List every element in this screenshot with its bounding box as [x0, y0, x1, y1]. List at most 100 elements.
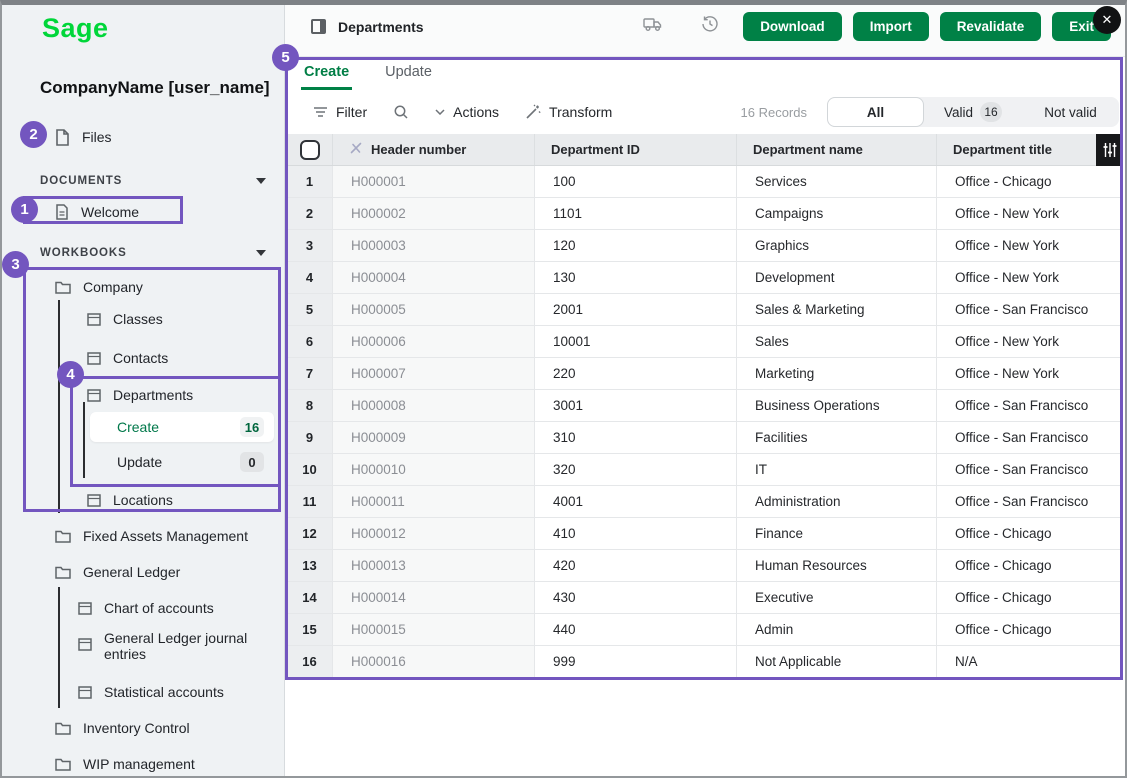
table-cell[interactable]: 310 [535, 422, 737, 453]
table-cell[interactable]: N/A [937, 646, 1123, 677]
row-number-cell[interactable]: 9 [287, 422, 333, 453]
sidebar-item-wip-management[interactable]: WIP management [55, 751, 195, 777]
workbooks-section-header[interactable]: WORKBOOKS [40, 244, 266, 262]
table-cell[interactable]: H000010 [333, 454, 535, 485]
table-cell[interactable]: Office - San Francisco [937, 454, 1123, 485]
table-cell[interactable]: Facilities [737, 422, 937, 453]
documents-section-header[interactable]: DOCUMENTS [40, 172, 266, 190]
table-cell[interactable]: H000013 [333, 550, 535, 581]
table-cell[interactable]: Administration [737, 486, 937, 517]
table-cell[interactable]: Graphics [737, 230, 937, 261]
row-number-cell[interactable]: 8 [287, 390, 333, 421]
table-cell[interactable]: Office - San Francisco [937, 422, 1123, 453]
table-cell[interactable]: H000003 [333, 230, 535, 261]
table-cell[interactable]: Office - New York [937, 230, 1123, 261]
table-cell[interactable]: IT [737, 454, 937, 485]
sidebar-item-classes[interactable]: Classes [87, 306, 163, 332]
column-settings-button[interactable] [1096, 134, 1123, 166]
table-cell[interactable]: Office - San Francisco [937, 390, 1123, 421]
table-cell[interactable]: Office - Chicago [937, 614, 1123, 645]
sidebar-item-contacts[interactable]: Contacts [87, 345, 168, 371]
tab-update[interactable]: Update [382, 57, 435, 90]
row-number-cell[interactable]: 10 [287, 454, 333, 485]
sidebar-item-general-ledger[interactable]: General Ledger [55, 559, 180, 585]
table-cell[interactable]: 320 [535, 454, 737, 485]
table-cell[interactable]: Human Resources [737, 550, 937, 581]
table-cell[interactable]: 3001 [535, 390, 737, 421]
table-cell[interactable]: 430 [535, 582, 737, 613]
table-cell[interactable]: 100 [535, 166, 737, 197]
table-cell[interactable]: 2001 [535, 294, 737, 325]
segment-not-valid[interactable]: Not valid [1022, 97, 1119, 127]
column-header-department-id[interactable]: Department ID [535, 134, 737, 165]
row-number-cell[interactable]: 14 [287, 582, 333, 613]
sidebar-item-departments[interactable]: Departments [87, 382, 193, 408]
transform-button[interactable]: Transform [525, 104, 612, 120]
row-number-cell[interactable]: 6 [287, 326, 333, 357]
sidebar-item-welcome[interactable]: Welcome [55, 199, 139, 225]
sidebar-item-statistical-accounts[interactable]: Statistical accounts [78, 679, 224, 705]
history-icon[interactable] [701, 15, 719, 38]
column-header-header-number[interactable]: Header number [333, 134, 535, 165]
row-number-cell[interactable]: 12 [287, 518, 333, 549]
column-header-department-name[interactable]: Department name [737, 134, 937, 165]
row-number-cell[interactable]: 2 [287, 198, 333, 229]
table-cell[interactable]: Campaigns [737, 198, 937, 229]
table-cell[interactable]: Office - New York [937, 262, 1123, 293]
row-number-cell[interactable]: 16 [287, 646, 333, 677]
sidebar-item-locations[interactable]: Locations [87, 487, 173, 513]
table-cell[interactable]: 4001 [535, 486, 737, 517]
table-cell[interactable]: 420 [535, 550, 737, 581]
table-cell[interactable]: Admin [737, 614, 937, 645]
row-number-cell[interactable]: 3 [287, 230, 333, 261]
table-cell[interactable]: H000004 [333, 262, 535, 293]
table-cell[interactable]: 120 [535, 230, 737, 261]
table-cell[interactable]: H000016 [333, 646, 535, 677]
table-cell[interactable]: Office - New York [937, 358, 1123, 389]
table-cell[interactable]: Office - New York [937, 326, 1123, 357]
download-button[interactable]: Download [743, 12, 842, 41]
table-cell[interactable]: 410 [535, 518, 737, 549]
table-cell[interactable]: Office - Chicago [937, 550, 1123, 581]
row-number-cell[interactable]: 11 [287, 486, 333, 517]
row-number-cell[interactable]: 7 [287, 358, 333, 389]
table-cell[interactable]: H000009 [333, 422, 535, 453]
table-cell[interactable]: Office - San Francisco [937, 294, 1123, 325]
table-cell[interactable]: 1101 [535, 198, 737, 229]
sidebar-item-files[interactable]: Files [55, 124, 112, 150]
sidebar-item-inventory-control[interactable]: Inventory Control [55, 715, 190, 741]
search-button[interactable] [393, 104, 409, 120]
chevron-down-icon[interactable] [256, 175, 266, 187]
truck-icon[interactable] [643, 16, 663, 37]
table-cell[interactable]: Business Operations [737, 390, 937, 421]
table-cell[interactable]: Services [737, 166, 937, 197]
table-cell[interactable]: H000011 [333, 486, 535, 517]
table-cell[interactable]: Development [737, 262, 937, 293]
table-cell[interactable]: H000006 [333, 326, 535, 357]
table-cell[interactable]: 440 [535, 614, 737, 645]
table-cell[interactable]: Executive [737, 582, 937, 613]
table-cell[interactable]: H000007 [333, 358, 535, 389]
segment-all[interactable]: All [827, 97, 924, 127]
row-number-cell[interactable]: 5 [287, 294, 333, 325]
table-cell[interactable]: 220 [535, 358, 737, 389]
tab-create[interactable]: Create [301, 57, 352, 90]
actions-menu[interactable]: Actions [435, 104, 499, 120]
table-cell[interactable]: Marketing [737, 358, 937, 389]
table-cell[interactable]: Office - New York [937, 198, 1123, 229]
table-cell[interactable]: Sales [737, 326, 937, 357]
table-cell[interactable]: Office - Chicago [937, 518, 1123, 549]
table-cell[interactable]: H000005 [333, 294, 535, 325]
select-all-checkbox[interactable] [300, 140, 320, 160]
chevron-down-icon[interactable] [256, 247, 266, 259]
sidebar-item-gl-journal-entries[interactable]: General Ledger journal entries [78, 630, 254, 662]
table-cell[interactable]: Sales & Marketing [737, 294, 937, 325]
table-cell[interactable]: Office - San Francisco [937, 486, 1123, 517]
segment-valid[interactable]: Valid 16 [924, 97, 1022, 127]
table-cell[interactable]: Not Applicable [737, 646, 937, 677]
row-number-cell[interactable]: 1 [287, 166, 333, 197]
table-cell[interactable]: 10001 [535, 326, 737, 357]
table-cell[interactable]: H000001 [333, 166, 535, 197]
sidebar-item-create[interactable]: Create 16 [90, 412, 274, 442]
table-cell[interactable]: Finance [737, 518, 937, 549]
